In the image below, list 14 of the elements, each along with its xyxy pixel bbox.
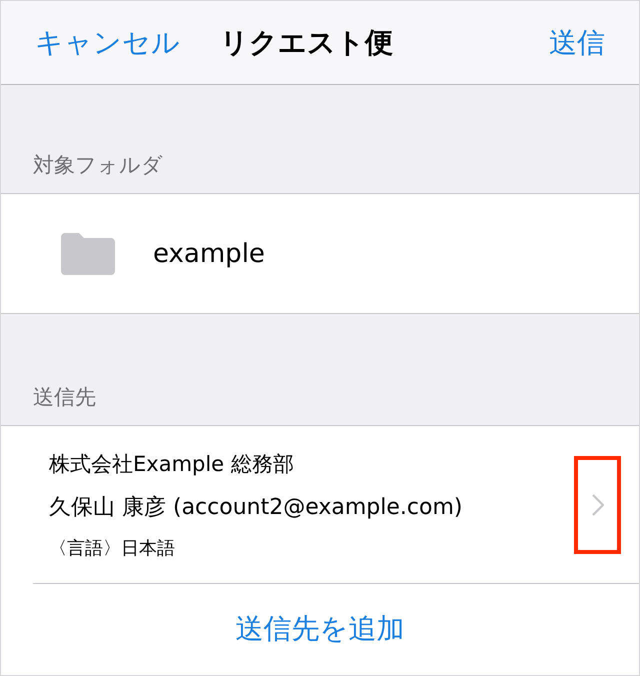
recipient-row[interactable]: 株式会社Example 総務部 久保山 康彦 (account2@example.com) 〈言語〉日本語 (1, 426, 639, 583)
add-recipient-button[interactable]: 送信先を追加 (236, 610, 404, 648)
folder-row[interactable]: example (1, 194, 639, 314)
section-header: 対象フォルダ (33, 152, 163, 179)
section-header: 送信先 (33, 384, 96, 411)
folder-icon (61, 232, 115, 274)
cancel-button[interactable]: キャンセル (35, 24, 180, 62)
folder-name: example (153, 238, 265, 268)
chevron-icon (592, 494, 604, 516)
send-button[interactable]: 送信 (549, 24, 605, 62)
recipient-name: 久保山 康彦 (account2@example.com) (49, 494, 464, 522)
language-text: 〈言語〉日本語 (49, 536, 176, 560)
organization-text: 株式会社Example 総務部 (49, 450, 295, 478)
screen-title: リクエスト便 (220, 24, 393, 60)
